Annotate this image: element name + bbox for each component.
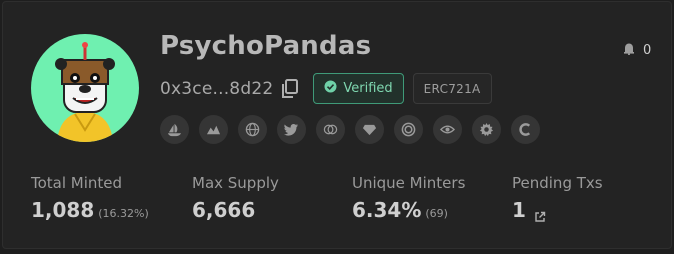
eye-icon[interactable]	[433, 115, 462, 144]
stat-value: 1	[512, 198, 526, 222]
stat-pending-txs: Pending Txs 1	[512, 174, 603, 222]
gear-icon[interactable]	[472, 115, 501, 144]
x2y2-icon[interactable]	[316, 115, 345, 144]
stat-label: Unique Minters	[352, 174, 466, 192]
copy-icon[interactable]	[281, 77, 301, 101]
contract-address[interactable]: 0x3ce...8d22	[160, 79, 273, 99]
looksrare-icon[interactable]	[199, 115, 228, 144]
stat-subvalue: (16.32%)	[98, 207, 149, 220]
address-row: 0x3ce...8d22 Verified ERC721A	[160, 73, 492, 104]
stat-subvalue: (69)	[425, 207, 448, 220]
stat-label: Total Minted	[31, 174, 123, 192]
target-icon[interactable]	[394, 115, 423, 144]
watchers-count: 0	[643, 43, 652, 58]
c-logo-icon[interactable]	[511, 115, 540, 144]
stat-unique-minters: Unique Minters 6.34% (69)	[352, 174, 465, 222]
stats-row: Total Minted 1,088 (16.32%) Max Supply 6…	[31, 174, 671, 234]
stat-label: Pending Txs	[512, 174, 603, 192]
stat-value: 6.34%	[352, 198, 422, 222]
external-link-icon[interactable]	[534, 204, 546, 222]
check-icon	[324, 80, 337, 97]
diamond-icon[interactable]	[355, 115, 384, 144]
stat-total-minted: Total Minted 1,088 (16.32%)	[31, 174, 149, 222]
stat-value: 6,666	[192, 198, 256, 222]
stat-value: 1,088	[31, 198, 95, 222]
stat-max-supply: Max Supply 6,666	[192, 174, 279, 222]
stat-label: Max Supply	[192, 174, 279, 192]
verified-badge: Verified	[313, 73, 404, 104]
collection-name: PsychoPandas	[160, 31, 372, 61]
twitter-icon[interactable]	[277, 115, 306, 144]
collection-avatar	[31, 34, 139, 142]
verified-label: Verified	[343, 81, 393, 96]
bell-icon	[623, 42, 635, 59]
collection-card: PsychoPandas 0 0x3ce...8d22 Verified ERC…	[2, 1, 672, 249]
opensea-icon[interactable]	[160, 115, 189, 144]
website-icon[interactable]	[238, 115, 267, 144]
token-standard-badge: ERC721A	[412, 73, 492, 104]
watchers-indicator[interactable]: 0	[623, 42, 651, 59]
social-links	[160, 115, 540, 144]
